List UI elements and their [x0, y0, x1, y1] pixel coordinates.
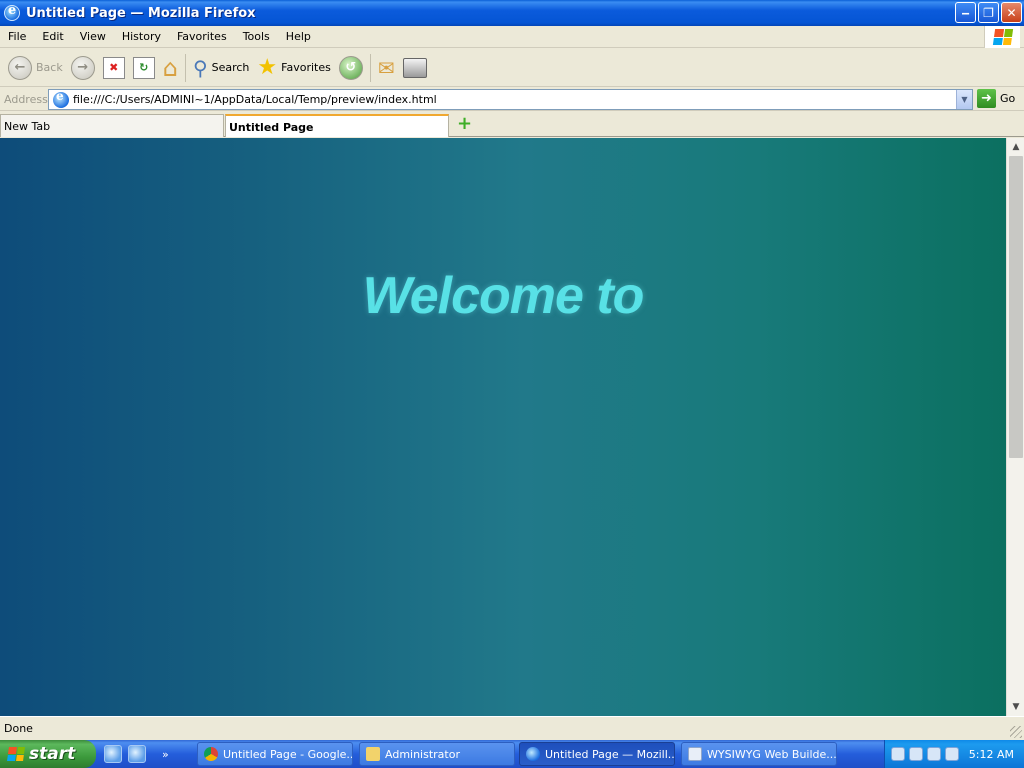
firefox-icon: [526, 747, 540, 761]
task-wysiwyg[interactable]: WYSIWYG Web Builde...: [681, 742, 837, 766]
search-label: Search: [211, 61, 250, 74]
url-input[interactable]: file:///C:/Users/ADMINI~1/AppData/Local/…: [48, 89, 973, 110]
welcome-heading: Welcome to: [362, 267, 645, 325]
task-firefox[interactable]: Untitled Page — Mozill...: [519, 742, 675, 766]
menu-view[interactable]: View: [72, 30, 114, 43]
monitor-icon[interactable]: [927, 747, 941, 761]
maximize-button[interactable]: ❐: [978, 2, 999, 23]
history-button[interactable]: ↺: [335, 51, 367, 85]
status-bar: Done: [0, 716, 1024, 740]
close-button[interactable]: ✕: [1001, 2, 1022, 23]
ie-quicklaunch-icon[interactable]: [104, 745, 122, 763]
search-icon: ⚲: [192, 55, 208, 80]
clock[interactable]: 5:12 AM: [969, 748, 1014, 761]
chrome-icon: [204, 747, 218, 761]
address-bar: Address file:///C:/Users/ADMINI~1/AppDat…: [0, 88, 1024, 111]
title-bar[interactable]: Untitled Page — Mozilla Firefox ‒ ❐ ✕: [0, 0, 1024, 26]
task-chrome[interactable]: Untitled Page - Google...: [197, 742, 353, 766]
page-content: Welcome to: [0, 138, 1006, 716]
mail-button[interactable]: ✉: [374, 51, 399, 85]
window-controls: ‒ ❐ ✕: [955, 2, 1022, 23]
volume-icon[interactable]: [945, 747, 959, 761]
task-label: Administrator: [385, 747, 460, 761]
scroll-thumb[interactable]: [1009, 156, 1023, 458]
start-button[interactable]: start: [0, 740, 96, 768]
scroll-down-arrow-icon[interactable]: ▼: [1009, 700, 1023, 714]
chevron-down-icon[interactable]: ▼: [956, 90, 972, 109]
go-label: Go: [1000, 92, 1016, 105]
refresh-button[interactable]: ↻: [129, 51, 159, 85]
address-label: Address: [4, 92, 48, 106]
stop-button[interactable]: ✖: [99, 51, 129, 85]
forward-button[interactable]: →: [67, 51, 99, 85]
windows-logo-icon: [7, 747, 25, 761]
new-tab-plus-icon[interactable]: +: [457, 115, 473, 133]
status-text: Done: [4, 722, 33, 735]
desktop-quicklaunch-icon[interactable]: [128, 745, 146, 763]
page-icon: [53, 89, 69, 108]
scroll-up-arrow-icon[interactable]: ▲: [1009, 140, 1023, 154]
network-icon[interactable]: [909, 747, 923, 761]
toolbar-separator: [184, 53, 186, 82]
quick-launch: »: [104, 745, 169, 763]
menu-bar: File Edit View History Favorites Tools H…: [0, 26, 1024, 48]
favorites-label: Favorites: [281, 61, 331, 74]
mail-icon: ✉: [377, 55, 395, 80]
tab-bar: New Tab Untitled Page +: [0, 112, 1024, 137]
minimize-button[interactable]: ‒: [955, 2, 976, 23]
tab-untitled-page[interactable]: Untitled Page: [225, 114, 449, 137]
go-arrow-icon: ➜: [977, 89, 996, 108]
url-text: file:///C:/Users/ADMINI~1/AppData/Local/…: [73, 93, 437, 106]
menu-edit[interactable]: Edit: [34, 30, 71, 43]
system-tray: 5:12 AM: [884, 740, 1024, 768]
toolbar-separator: [369, 53, 371, 82]
go-button[interactable]: ➜ Go: [977, 89, 1015, 108]
window-title: Untitled Page — Mozilla Firefox: [26, 5, 256, 21]
task-label: Untitled Page - Google...: [223, 747, 353, 761]
home-icon: ⌂: [162, 53, 178, 82]
menu-tools[interactable]: Tools: [235, 30, 278, 43]
taskbar: start » Untitled Page - Google... Admini…: [0, 740, 1024, 768]
favorites-button[interactable]: ★ Favorites: [253, 51, 334, 85]
refresh-icon: ↻: [132, 56, 155, 79]
menu-favorites[interactable]: Favorites: [169, 30, 235, 43]
vertical-scrollbar[interactable]: ▲ ▼: [1006, 138, 1024, 716]
back-label: Back: [36, 61, 63, 74]
tray-arrow-icon[interactable]: [891, 747, 905, 761]
back-arrow-icon: ←: [8, 55, 32, 80]
task-label: Untitled Page — Mozill...: [545, 747, 675, 761]
back-button[interactable]: ← Back: [4, 51, 67, 85]
folder-icon: [366, 747, 380, 761]
star-icon: ★: [257, 54, 278, 80]
task-administrator[interactable]: Administrator: [359, 742, 515, 766]
stop-icon: ✖: [102, 56, 125, 79]
quicklaunch-more[interactable]: »: [162, 748, 169, 761]
menu-help[interactable]: Help: [278, 30, 319, 43]
windows-logo-icon: [984, 26, 1020, 48]
history-icon: ↺: [338, 55, 363, 80]
toolbar: ← Back → ✖ ↻ ⌂ ⚲ Search ★ Favorites ↺ ✉: [0, 49, 1024, 87]
search-button[interactable]: ⚲ Search: [189, 51, 253, 85]
task-label: WYSIWYG Web Builde...: [707, 747, 837, 761]
start-label: start: [29, 744, 76, 764]
menu-history[interactable]: History: [114, 30, 169, 43]
forward-arrow-icon: →: [70, 55, 95, 80]
home-button[interactable]: ⌂: [159, 51, 182, 85]
wysiwyg-icon: [688, 747, 702, 761]
resize-grip-icon[interactable]: [1010, 726, 1022, 738]
printer-icon: [402, 57, 427, 78]
print-button[interactable]: [399, 51, 431, 85]
tab-new-tab[interactable]: New Tab: [0, 114, 224, 137]
ie-icon: [4, 3, 20, 21]
menu-file[interactable]: File: [0, 30, 34, 43]
